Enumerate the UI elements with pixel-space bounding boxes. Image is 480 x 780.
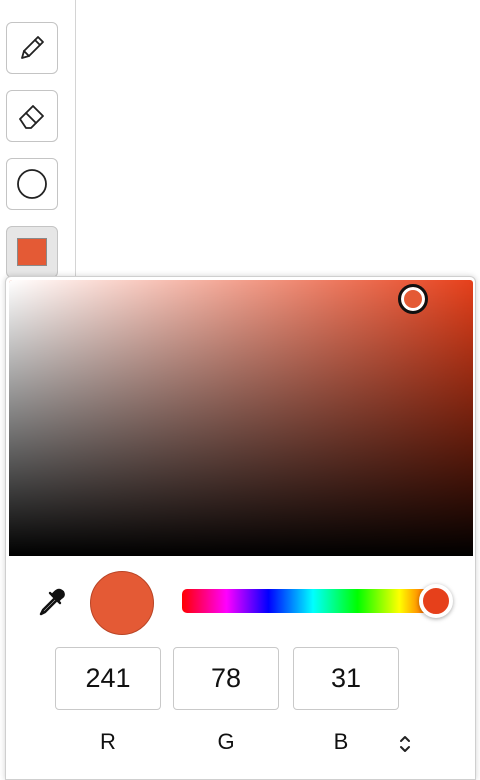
hue-slider-thumb[interactable]	[419, 584, 454, 618]
eraser-icon	[19, 105, 44, 129]
chevron-up-down-icon	[400, 736, 410, 752]
pencil-icon	[21, 36, 44, 59]
eyedropper-icon	[39, 588, 65, 616]
red-value-input[interactable]: 241	[55, 647, 161, 710]
color-mode-toggle[interactable]	[396, 732, 414, 756]
saturation-brightness-area[interactable]	[9, 280, 473, 556]
eyedropper-button[interactable]	[34, 585, 68, 619]
color-swatch	[17, 238, 47, 266]
saturation-handle[interactable]	[397, 284, 428, 315]
color-preview	[90, 571, 154, 635]
hue-slider[interactable]	[182, 584, 454, 618]
color-picker-panel: 241 78 31 R G B	[5, 276, 476, 780]
eraser-tool-button[interactable]	[6, 90, 58, 142]
green-value-input[interactable]: 78	[173, 647, 279, 710]
circle-icon	[17, 169, 47, 199]
red-label: R	[100, 729, 116, 754]
pencil-tool-button[interactable]	[6, 22, 58, 74]
blue-value-input[interactable]: 31	[293, 647, 399, 710]
color-tool-button[interactable]	[6, 226, 58, 278]
blue-label: B	[333, 729, 349, 754]
circle-tool-button[interactable]	[6, 158, 58, 210]
green-label: G	[217, 729, 235, 754]
